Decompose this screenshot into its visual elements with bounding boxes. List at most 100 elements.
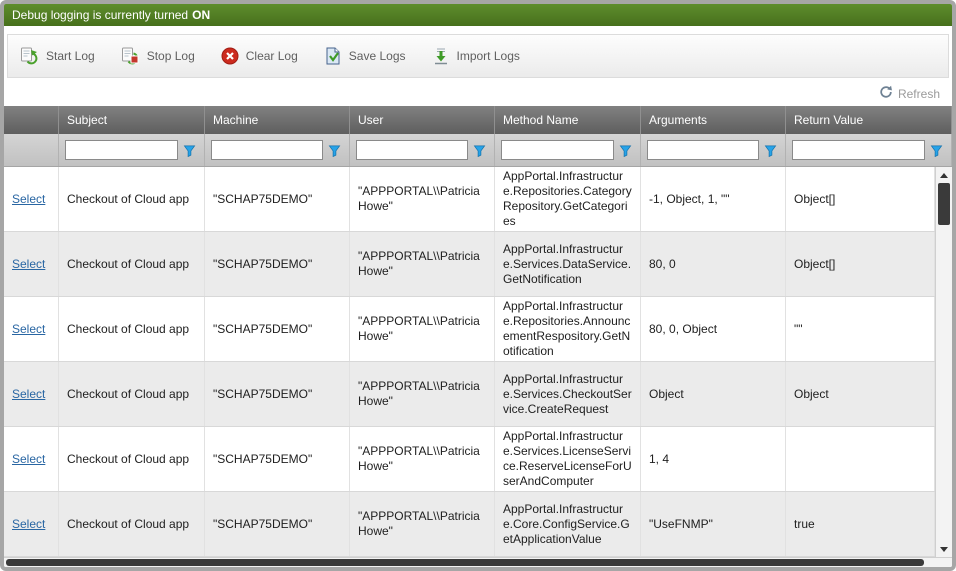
import-logs-button[interactable]: Import Logs <box>432 47 520 65</box>
clear-log-button[interactable]: Clear Log <box>221 47 298 65</box>
table-row: Select Checkout of Cloud app "SCHAP75DEM… <box>4 492 935 557</box>
import-logs-label: Import Logs <box>457 49 520 63</box>
select-cell: Select <box>4 167 59 231</box>
table-row: Select Checkout of Cloud app "SCHAP75DEM… <box>4 362 935 427</box>
subject-cell: Checkout of Cloud app <box>59 362 205 426</box>
stop-log-button[interactable]: Stop Log <box>121 47 195 66</box>
save-logs-icon <box>324 47 342 65</box>
horizontal-scroll-thumb[interactable] <box>6 559 924 566</box>
banner-text: Debug logging is currently turned <box>12 8 188 22</box>
filter-funnel-icon[interactable] <box>617 142 634 159</box>
filter-input-subject[interactable] <box>65 140 178 160</box>
filter-cell-machine <box>205 134 350 166</box>
grid-body: Select Checkout of Cloud app "SCHAP75DEM… <box>4 167 952 557</box>
select-cell: Select <box>4 492 59 556</box>
machine-cell: "SCHAP75DEMO" <box>205 427 350 491</box>
select-cell: Select <box>4 427 59 491</box>
return-value-cell: Object[] <box>786 167 935 231</box>
filter-input-return-value[interactable] <box>792 140 925 160</box>
subject-cell: Checkout of Cloud app <box>59 232 205 296</box>
subject-cell: Checkout of Cloud app <box>59 167 205 231</box>
horizontal-scrollbar[interactable] <box>4 557 952 567</box>
arguments-cell: Object <box>641 362 786 426</box>
column-header-select <box>4 106 59 134</box>
arguments-cell: 80, 0 <box>641 232 786 296</box>
start-log-icon <box>20 47 39 66</box>
column-header-return-value[interactable]: Return Value <box>786 106 952 134</box>
column-header-user[interactable]: User <box>350 106 495 134</box>
filter-funnel-icon[interactable] <box>181 142 198 159</box>
subject-cell: Checkout of Cloud app <box>59 427 205 491</box>
method-name-cell: AppPortal.Infrastructure.Repositories.An… <box>495 297 641 361</box>
user-cell: "APPPORTAL\\PatriciaHowe" <box>350 232 495 296</box>
save-logs-button[interactable]: Save Logs <box>324 47 406 65</box>
filter-cell-user <box>350 134 495 166</box>
user-cell: "APPPORTAL\\PatriciaHowe" <box>350 297 495 361</box>
refresh-label: Refresh <box>898 87 940 101</box>
return-value-cell: Object[] <box>786 232 935 296</box>
arguments-cell: "UseFNMP" <box>641 492 786 556</box>
column-header-arguments[interactable]: Arguments <box>641 106 786 134</box>
user-cell: "APPPORTAL\\PatriciaHowe" <box>350 492 495 556</box>
machine-cell: "SCHAP75DEMO" <box>205 167 350 231</box>
filter-input-user[interactable] <box>356 140 468 160</box>
grid-filter-row <box>4 134 952 167</box>
table-row: Select Checkout of Cloud app "SCHAP75DEM… <box>4 297 935 362</box>
select-link[interactable]: Select <box>12 192 45 207</box>
user-cell: "APPPORTAL\\PatriciaHowe" <box>350 427 495 491</box>
vertical-scrollbar[interactable] <box>935 167 952 557</box>
select-link[interactable]: Select <box>12 452 45 467</box>
table-row: Select Checkout of Cloud app "SCHAP75DEM… <box>4 167 935 232</box>
debug-log-window: Debug logging is currently turnedON Star… <box>0 0 956 571</box>
return-value-cell: Object <box>786 362 935 426</box>
grid-header-row: SubjectMachineUserMethod NameArgumentsRe… <box>4 106 952 134</box>
filter-cell-method-name <box>495 134 641 166</box>
down-arrow-icon <box>940 547 948 552</box>
column-header-machine[interactable]: Machine <box>205 106 350 134</box>
method-name-cell: AppPortal.Infrastructure.Services.Checko… <box>495 362 641 426</box>
debug-log-grid: SubjectMachineUserMethod NameArgumentsRe… <box>4 106 952 567</box>
filter-input-machine[interactable] <box>211 140 323 160</box>
subject-cell: Checkout of Cloud app <box>59 297 205 361</box>
table-row: Select Checkout of Cloud app "SCHAP75DEM… <box>4 232 935 297</box>
start-log-label: Start Log <box>46 49 95 63</box>
machine-cell: "SCHAP75DEMO" <box>205 362 350 426</box>
refresh-icon <box>879 85 893 104</box>
vertical-scroll-thumb[interactable] <box>938 183 950 225</box>
filter-funnel-icon[interactable] <box>471 142 488 159</box>
user-cell: "APPPORTAL\\PatriciaHowe" <box>350 167 495 231</box>
column-header-method-name[interactable]: Method Name <box>495 106 641 134</box>
clear-log-icon <box>221 47 239 65</box>
return-value-cell: "" <box>786 297 935 361</box>
start-log-button[interactable]: Start Log <box>20 47 95 66</box>
vertical-scroll-track[interactable] <box>936 183 952 541</box>
clear-log-label: Clear Log <box>246 49 298 63</box>
filter-cell-arguments <box>641 134 786 166</box>
filter-cell-return-value <box>786 134 952 166</box>
select-cell: Select <box>4 362 59 426</box>
refresh-button[interactable]: Refresh <box>879 85 940 104</box>
filter-funnel-icon[interactable] <box>762 142 779 159</box>
select-link[interactable]: Select <box>12 322 45 337</box>
arguments-cell: 1, 4 <box>641 427 786 491</box>
select-link[interactable]: Select <box>12 257 45 272</box>
filter-input-method-name[interactable] <box>501 140 614 160</box>
method-name-cell: AppPortal.Infrastructure.Services.DataSe… <box>495 232 641 296</box>
toolbar: Start Log Stop Log Clear Log Save Logs I… <box>7 34 949 78</box>
method-name-cell: AppPortal.Infrastructure.Services.Licens… <box>495 427 641 491</box>
column-header-subject[interactable]: Subject <box>59 106 205 134</box>
select-cell: Select <box>4 297 59 361</box>
filter-cell-select <box>4 134 59 166</box>
save-logs-label: Save Logs <box>349 49 406 63</box>
return-value-cell: true <box>786 492 935 556</box>
stop-log-icon <box>121 47 140 66</box>
machine-cell: "SCHAP75DEMO" <box>205 232 350 296</box>
scroll-down-button[interactable] <box>936 541 952 557</box>
select-link[interactable]: Select <box>12 517 45 532</box>
filter-funnel-icon[interactable] <box>928 142 945 159</box>
method-name-cell: AppPortal.Infrastructure.Repositories.Ca… <box>495 167 641 231</box>
select-link[interactable]: Select <box>12 387 45 402</box>
filter-input-arguments[interactable] <box>647 140 759 160</box>
scroll-up-button[interactable] <box>936 167 952 183</box>
filter-funnel-icon[interactable] <box>326 142 343 159</box>
